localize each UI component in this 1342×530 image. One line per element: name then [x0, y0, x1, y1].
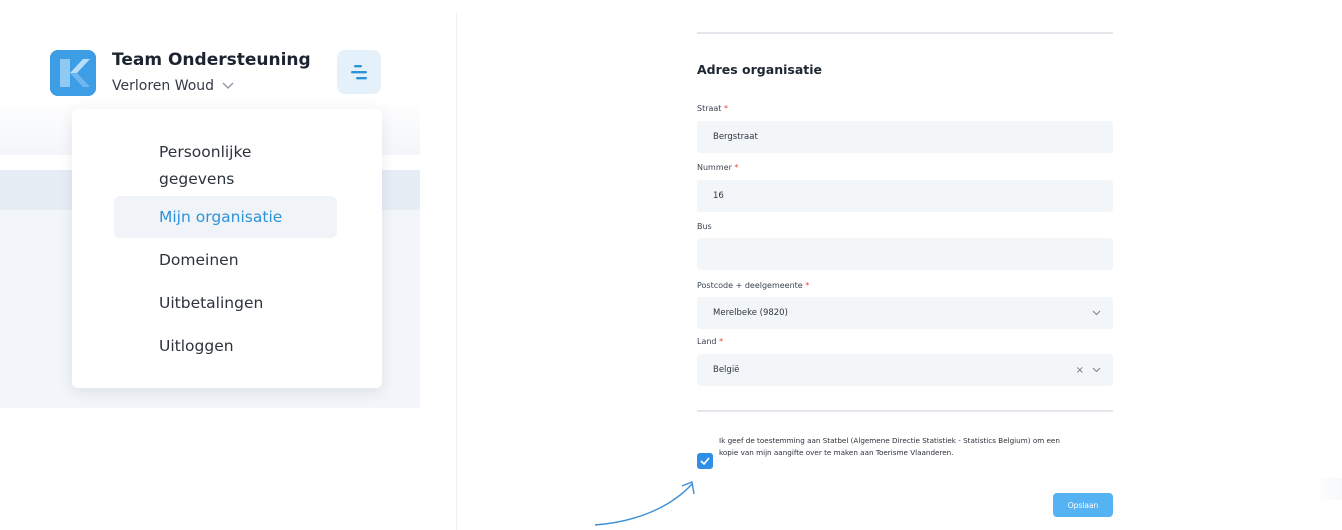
save-button[interactable]: Opslaan: [1053, 493, 1113, 517]
menu-item-label: Uitbetalingen: [159, 294, 264, 312]
land-select[interactable]: België ×: [697, 354, 1113, 386]
menu-item-label: Uitloggen: [159, 337, 234, 355]
nummer-value: 16: [713, 191, 724, 201]
land-label: Land *: [697, 337, 724, 346]
location-selector[interactable]: Verloren Woud: [112, 78, 234, 94]
k-logo-icon: [50, 50, 96, 96]
postcode-value: Merelbeke (9820): [713, 308, 788, 318]
straat-input[interactable]: Bergstraat: [697, 121, 1113, 153]
chevron-down-icon: [222, 82, 234, 90]
bus-label: Bus: [697, 222, 712, 231]
menu-item-label: Mijn organisatie: [159, 208, 283, 226]
form-divider-bottom: [697, 410, 1113, 412]
team-name: Team Ondersteuning: [112, 50, 311, 70]
straat-label: Straat *: [697, 104, 728, 113]
menu-item-domeinen[interactable]: Domeinen: [159, 246, 239, 274]
straat-value: Bergstraat: [713, 132, 758, 142]
form-divider-top: [697, 32, 1113, 34]
menu-item-uitloggen[interactable]: Uitloggen: [159, 332, 234, 360]
consent-checkbox[interactable]: [697, 453, 713, 469]
check-icon: [700, 457, 710, 465]
vertical-divider: [456, 12, 457, 530]
menu-item-uitbetalingen[interactable]: Uitbetalingen: [159, 289, 263, 317]
menu-item-persoonlijke-gegevens[interactable]: Persoonlijke: [159, 138, 251, 166]
nummer-label: Nummer *: [697, 163, 739, 172]
sidebar-panel: Team Ondersteuning Verloren Woud Persoon…: [0, 0, 420, 408]
account-menu: Persoonlijke gegevens Mijn organisatie D…: [72, 109, 382, 388]
menu-item-persoonlijke-gegevens-line2[interactable]: gegevens: [159, 165, 234, 193]
annotation-arrow: [594, 481, 695, 526]
land-value: België: [713, 365, 740, 375]
chevron-down-icon: [1092, 365, 1101, 376]
floating-element: [1312, 478, 1342, 500]
consent-text: Ik geef de toestemming aan Statbel (Alge…: [719, 436, 1060, 457]
location-label: Verloren Woud: [112, 78, 215, 94]
section-title: Adres organisatie: [697, 62, 822, 77]
menu-item-mijn-organisatie[interactable]: Mijn organisatie: [159, 203, 282, 231]
nummer-input[interactable]: 16: [697, 180, 1113, 212]
menu-item-label: Domeinen: [159, 251, 239, 269]
bus-input[interactable]: [697, 238, 1113, 270]
hamburger-menu-icon[interactable]: [337, 50, 381, 94]
postcode-label: Postcode + deelgemeente *: [697, 281, 810, 290]
menu-item-label: gegevens: [159, 170, 235, 188]
postcode-select[interactable]: Merelbeke (9820): [697, 297, 1113, 329]
menu-item-label: Persoonlijke: [159, 143, 252, 161]
chevron-down-icon: [1092, 308, 1101, 319]
clear-icon[interactable]: ×: [1076, 365, 1084, 376]
